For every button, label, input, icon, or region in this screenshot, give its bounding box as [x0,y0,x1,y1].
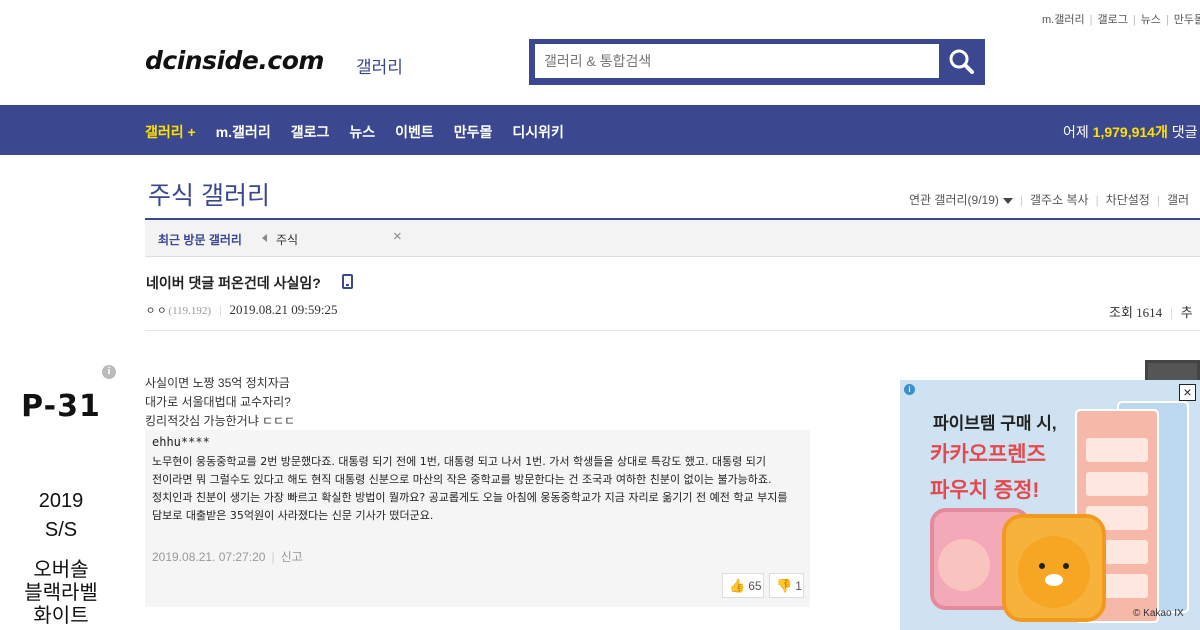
nav-item-wiki[interactable]: 디시위키 [512,122,564,142]
view-count: 조회 1614 [1109,305,1163,320]
quote-date: 2019.08.21. 07:27:20 [152,550,266,564]
right-ad-banner[interactable]: i × 파이브템 구매 시, 카카오프렌즈 파우치 증정! © Kakao IX [900,380,1200,630]
quote-writer: ehhu**** [152,435,210,449]
thumbs-down-icon: 👎 [776,577,793,593]
ad-season-label: S/S [44,519,78,541]
divider: | [1156,193,1160,207]
nav-item-gallog[interactable]: 갤로그 [291,122,330,142]
search-input[interactable] [535,44,939,78]
post-writer[interactable]: ㅇㅇ [146,306,168,317]
thumbs-up-icon: 👍 [729,577,746,593]
gallery-info-button[interactable]: 갤러 [1167,193,1189,207]
arrow-left-icon[interactable] [262,234,267,242]
ad-product-line: 오버솔 [33,559,89,581]
close-icon[interactable]: × [393,228,402,245]
main-nav: 갤러리 + m.갤러리 갤로그 뉴스 이벤트 만두몰 디시위키 어제 1,979… [0,105,1200,155]
ad-season[interactable]: 2019 S/S [0,487,122,545]
report-link[interactable]: 신고 [281,550,303,564]
top-link-mall[interactable]: 만두몰 [1174,11,1200,27]
ad-product-line: 블랙라벨 [24,582,98,604]
divider: | [1132,14,1136,26]
quote-text: 노무현이 웅동중학교를 2번 방문했다죠. 대통령 되기 전에 1번, 대통령 … [152,455,788,522]
product-illustration [930,401,1189,623]
divider: | [219,303,222,317]
thumbs-down-count: 1 [795,578,802,593]
ad-copyright: © Kakao IX [1133,608,1184,619]
recommend-count: 추 [1180,305,1193,320]
post-ip: (119.192) [168,305,212,317]
recent-visit-label[interactable]: 최근 방문 갤러리 [158,231,242,248]
thumbs-down-button[interactable]: 👎 1 [769,573,804,598]
nav-item-event[interactable]: 이벤트 [395,122,434,142]
stat-suffix: 댓글 [1171,124,1198,140]
divider: | [1089,14,1093,26]
block-settings-button[interactable]: 차단설정 [1106,193,1150,207]
logo-gallery-label[interactable]: 갤러리 [356,53,403,78]
top-links: m.갤러리 | 갤로그 | 뉴스 | 만두몰 [1042,11,1200,27]
post-body: 사실이면 노짱 35억 정치자금 대가로 서울대법대 교수자리? 킹리적갓심 가… [145,374,295,431]
post-title: 네이버 댓글 퍼온건데 사실임? [146,275,321,291]
divider: | [1095,193,1099,207]
stat-count: 1,979,914개 [1092,124,1168,140]
quoted-comment: ehhu**** 노무현이 웅동중학교를 2번 방문했다죠. 대통령 되기 전에… [145,430,810,607]
related-gallery-button[interactable]: 연관 갤러리(9/19) [909,193,1013,207]
post-body-line: 사실이면 노짱 35억 정치자금 [145,376,290,390]
gallery-menu: 연관 갤러리(9/19) | 갤주소 복사 | 차단설정 | 갤러 [909,191,1189,208]
post-date: 2019.08.21 09:59:25 [229,302,338,317]
post-meta: ㅇㅇ(119.192) | 2019.08.21 09:59:25 [146,302,337,318]
nav-item-news[interactable]: 뉴스 [349,122,375,142]
search-bar [529,39,985,85]
yesterday-stat: 어제 1,979,914개 댓글 [1063,122,1197,142]
site-logo[interactable]: dcinside.com [145,46,324,75]
nav-item-mall[interactable]: 만두몰 [454,122,493,142]
meta-divider [145,330,1200,331]
recent-visit-item[interactable]: 주식 [276,231,298,248]
divider: | [1165,14,1169,26]
ad-brand[interactable]: P-31 [0,389,122,424]
divider: | [271,550,275,564]
mobile-icon [342,274,353,289]
top-link-mgallery[interactable]: m.갤러리 [1042,11,1085,27]
stat-prefix: 어제 [1063,124,1089,140]
ad-season-year: 2019 [38,490,84,512]
post-body-line: 킹리적갓심 가능한거냐 ㄷㄷㄷ [145,414,296,428]
post-stats: 조회 1614 | 추 [1109,302,1193,321]
chevron-down-icon [1002,197,1013,204]
related-gallery-label: 연관 갤러리(9/19) [909,193,999,207]
thumbs-up-count: 65 [748,578,762,593]
quote-meta: 2019.08.21. 07:27:20 | 신고 [152,548,303,565]
nav-item-gallery-plus[interactable]: 갤러리 + [145,122,196,142]
info-icon[interactable]: i [102,365,116,379]
top-link-gallog[interactable]: 갤로그 [1097,11,1127,27]
ad-product[interactable]: 오버솔 블랙라벨 화이트 [0,559,122,628]
divider: | [1170,305,1173,320]
divider: | [1019,193,1024,207]
search-button[interactable] [943,44,979,78]
search-icon [949,49,974,74]
post-body-line: 대가로 서울대법대 교수자리? [145,395,291,409]
thumbs-up-button[interactable]: 👍 65 [722,573,764,598]
recent-visit-bar: 최근 방문 갤러리 주식 × [145,220,1200,257]
copy-address-button[interactable]: 갤주소 복사 [1030,193,1089,207]
nav-item-mgallery[interactable]: m.갤러리 [216,122,271,142]
side-widget[interactable] [1145,360,1200,380]
ad-product-line: 화이트 [33,605,89,627]
gallery-title[interactable]: 주식 갤러리 [148,176,270,212]
top-link-news[interactable]: 뉴스 [1141,11,1161,27]
